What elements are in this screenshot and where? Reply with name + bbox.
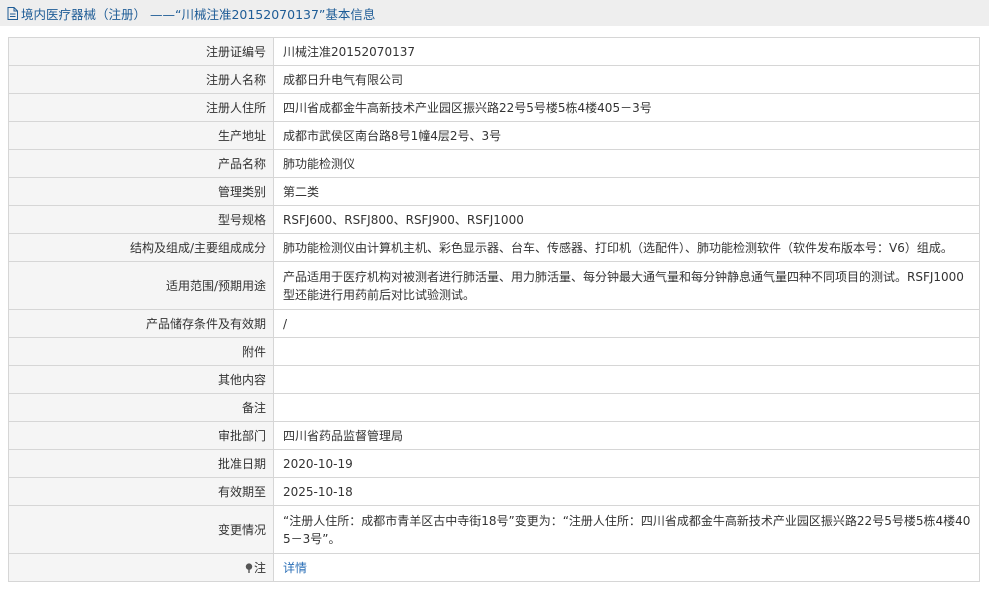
note-label: 注 <box>253 560 266 575</box>
row-value-attachment <box>273 337 980 366</box>
row-value-intended-use: 产品适用于医疗机构对被测者进行肺活量、用力肺活量、每分钟最大通气量和每分钟静息通… <box>273 261 980 310</box>
details-link[interactable]: 详情 <box>283 561 307 575</box>
row-label-production-address: 生产地址 <box>8 121 274 150</box>
row-label-change-history: 变更情况 <box>8 505 274 554</box>
page-title: 境内医疗器械（注册） ——“川械注准20152070137”基本信息 <box>21 6 376 22</box>
row-label-registrant-address: 注册人住所 <box>8 93 274 122</box>
table-row: 产品储存条件及有效期 / <box>8 309 980 338</box>
table-row: 有效期至 2025-10-18 <box>8 477 980 506</box>
row-label-structure-composition: 结构及组成/主要组成成分 <box>8 233 274 262</box>
row-label-storage-validity: 产品储存条件及有效期 <box>8 309 274 338</box>
row-label-approval-date: 批准日期 <box>8 449 274 478</box>
table-row: 批准日期 2020-10-19 <box>8 449 980 478</box>
row-value-model-spec: RSFJ600、RSFJ800、RSFJ900、RSFJ1000 <box>273 205 980 234</box>
row-label-model-spec: 型号规格 <box>8 205 274 234</box>
row-value-storage-validity: / <box>273 309 980 338</box>
page-header: 境内医疗器械（注册） ——“川械注准20152070137”基本信息 <box>0 0 989 26</box>
detail-table-container: 注册证编号 川械注准20152070137 注册人名称 成都日升电气有限公司 注… <box>8 37 980 582</box>
table-row: 型号规格 RSFJ600、RSFJ800、RSFJ900、RSFJ1000 <box>8 205 980 234</box>
table-row: 注 详情 <box>8 553 980 582</box>
table-row: 适用范围/预期用途 产品适用于医疗机构对被测者进行肺活量、用力肺活量、每分钟最大… <box>8 261 980 310</box>
row-label-note: 注 <box>8 553 274 582</box>
row-value-structure-composition: 肺功能检测仪由计算机主机、彩色显示器、台车、传感器、打印机（选配件）、肺功能检测… <box>273 233 980 262</box>
table-row: 管理类别 第二类 <box>8 177 980 206</box>
table-row: 变更情况 “注册人住所：成都市青羊区古中寺街18号”变更为：“注册人住所：四川省… <box>8 505 980 554</box>
row-value-note: 详情 <box>273 553 980 582</box>
table-row: 其他内容 <box>8 365 980 394</box>
table-row: 注册人住所 四川省成都金牛高新技术产业园区振兴路22号5号楼5栋4楼405－3号 <box>8 93 980 122</box>
row-value-product-name: 肺功能检测仪 <box>273 149 980 178</box>
row-value-registrant-address: 四川省成都金牛高新技术产业园区振兴路22号5号楼5栋4楼405－3号 <box>273 93 980 122</box>
table-row: 附件 <box>8 337 980 366</box>
row-label-attachment: 附件 <box>8 337 274 366</box>
table-row: 产品名称 肺功能检测仪 <box>8 149 980 178</box>
row-value-approval-date: 2020-10-19 <box>273 449 980 478</box>
row-label-product-name: 产品名称 <box>8 149 274 178</box>
row-label-valid-until: 有效期至 <box>8 477 274 506</box>
detail-table: 注册证编号 川械注准20152070137 注册人名称 成都日升电气有限公司 注… <box>8 37 980 582</box>
table-row: 审批部门 四川省药品监督管理局 <box>8 421 980 450</box>
row-value-remarks <box>273 393 980 422</box>
pin-icon <box>245 562 253 573</box>
table-row: 结构及组成/主要组成成分 肺功能检测仪由计算机主机、彩色显示器、台车、传感器、打… <box>8 233 980 262</box>
row-label-management-category: 管理类别 <box>8 177 274 206</box>
row-value-other-content <box>273 365 980 394</box>
row-label-other-content: 其他内容 <box>8 365 274 394</box>
row-label-registration-number: 注册证编号 <box>8 37 274 66</box>
row-label-registrant-name: 注册人名称 <box>8 65 274 94</box>
table-row: 注册人名称 成都日升电气有限公司 <box>8 65 980 94</box>
row-label-intended-use: 适用范围/预期用途 <box>8 261 274 310</box>
row-value-valid-until: 2025-10-18 <box>273 477 980 506</box>
table-row: 注册证编号 川械注准20152070137 <box>8 37 980 66</box>
row-value-registration-number: 川械注准20152070137 <box>273 37 980 66</box>
row-value-production-address: 成都市武侯区南台路8号1幢4层2号、3号 <box>273 121 980 150</box>
row-value-approval-department: 四川省药品监督管理局 <box>273 421 980 450</box>
table-row: 生产地址 成都市武侯区南台路8号1幢4层2号、3号 <box>8 121 980 150</box>
row-value-registrant-name: 成都日升电气有限公司 <box>273 65 980 94</box>
row-value-management-category: 第二类 <box>273 177 980 206</box>
row-label-remarks: 备注 <box>8 393 274 422</box>
table-row: 备注 <box>8 393 980 422</box>
document-icon <box>7 6 18 20</box>
row-value-change-history: “注册人住所：成都市青羊区古中寺街18号”变更为：“注册人住所：四川省成都金牛高… <box>273 505 980 554</box>
row-label-approval-department: 审批部门 <box>8 421 274 450</box>
